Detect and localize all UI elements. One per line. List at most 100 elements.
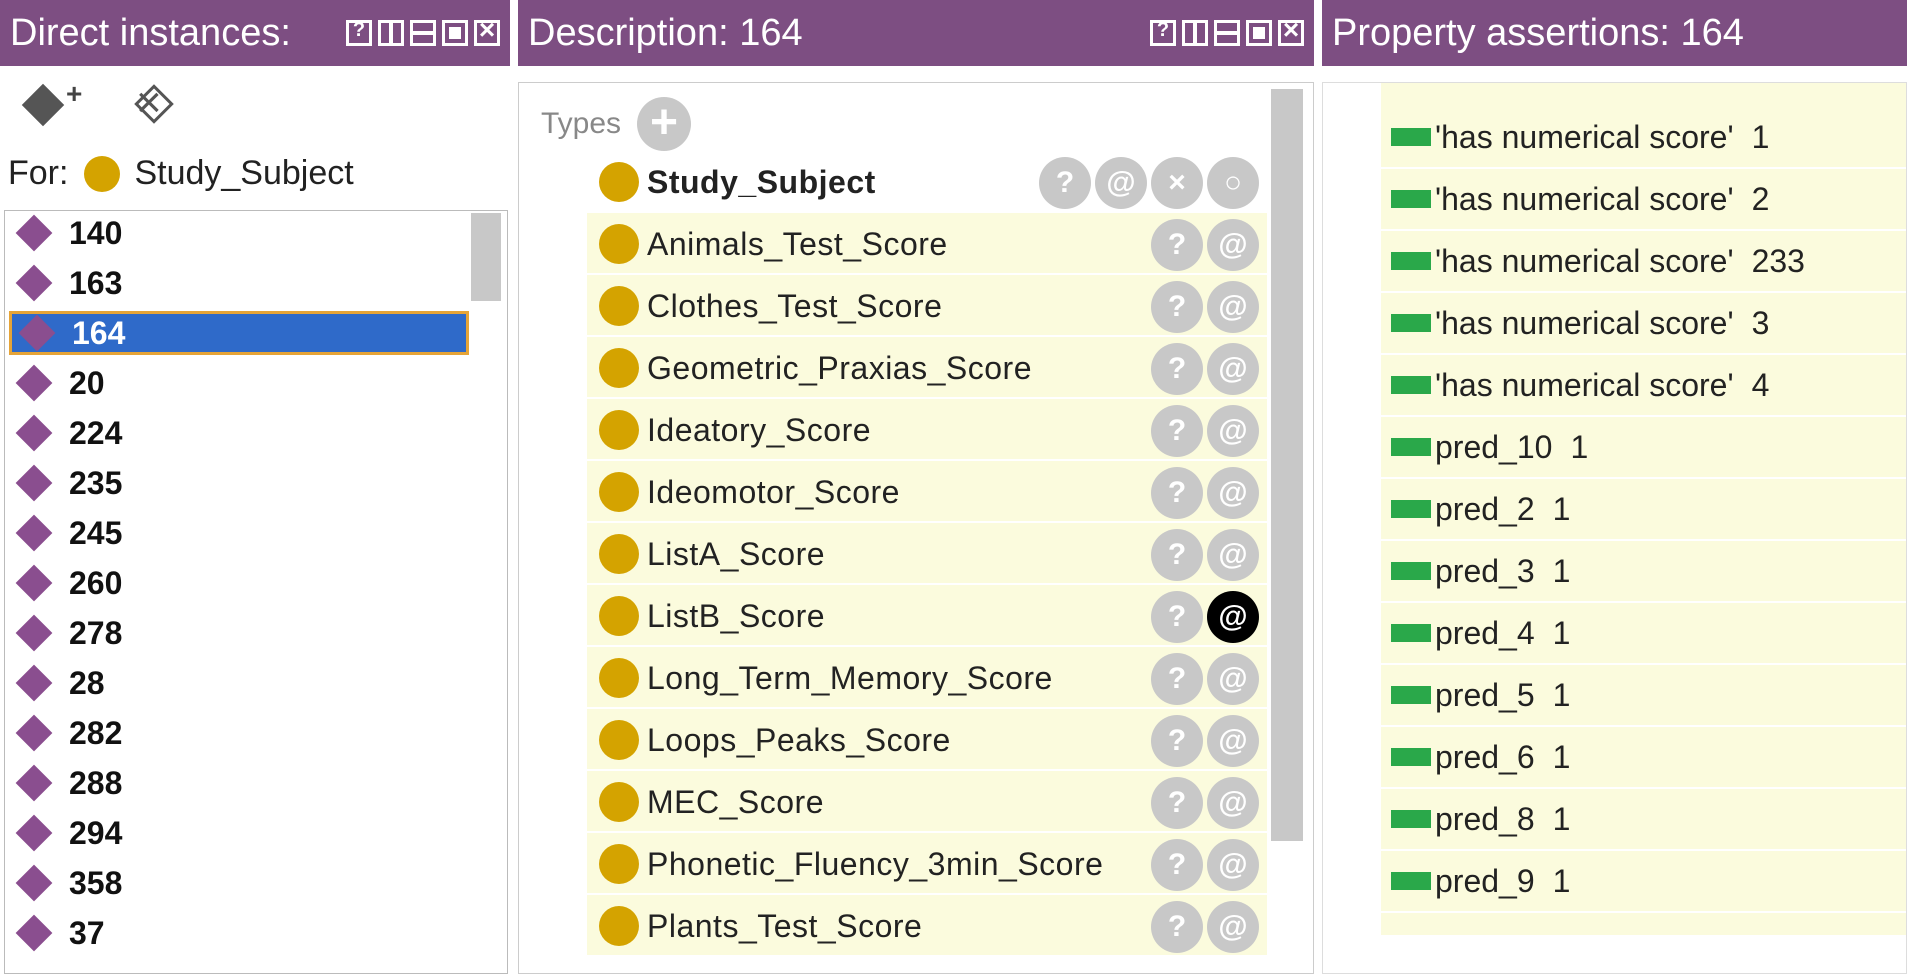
assertion-row[interactable]: pred_2 1 [1381, 479, 1906, 541]
list-item[interactable]: 278 [9, 611, 469, 655]
close-icon[interactable] [474, 14, 500, 46]
list-item[interactable]: 163 [9, 261, 469, 305]
row-actions: ? @ [1151, 467, 1259, 519]
list-item[interactable]: 224 [9, 411, 469, 455]
type-row[interactable]: Ideomotor_Score? @ [587, 461, 1267, 523]
assertion-row[interactable]: 'has numerical score' 3 [1381, 293, 1906, 355]
explain-button[interactable]: ? [1151, 467, 1203, 519]
annotate-button[interactable]: @ [1207, 715, 1259, 767]
explain-button[interactable]: ? [1151, 901, 1203, 953]
list-item[interactable]: 28 [9, 661, 469, 705]
explain-button[interactable]: ? [1151, 839, 1203, 891]
type-row[interactable]: Animals_Test_Score? @ [587, 213, 1267, 275]
list-item[interactable]: 260 [9, 561, 469, 605]
individual-label: 224 [69, 414, 123, 451]
list-item-selected[interactable]: 164 [9, 311, 469, 355]
assertion-row[interactable]: pred_6 1 [1381, 727, 1906, 789]
type-row[interactable]: Phonetic_Fluency_3min_Score? @ [587, 833, 1267, 895]
explain-button[interactable]: ? [1151, 281, 1203, 333]
maximize-icon[interactable] [442, 20, 468, 46]
type-row[interactable]: Ideatory_Score? @ [587, 399, 1267, 461]
delete-button[interactable]: × [1151, 157, 1203, 209]
scrollbar-thumb[interactable] [471, 213, 501, 301]
property-name: 'has numerical score' [1435, 180, 1734, 217]
type-row[interactable]: ListB_Score? @ [587, 585, 1267, 647]
assertion-row[interactable]: 'has numerical score' 2 [1381, 169, 1906, 231]
maximize-icon[interactable] [1246, 20, 1272, 46]
individual-icon [15, 214, 53, 252]
annotate-button[interactable]: @ [1207, 405, 1259, 457]
annotate-button[interactable]: @ [1207, 219, 1259, 271]
explain-button[interactable]: ? [1151, 777, 1203, 829]
assertion-row[interactable]: pred_8 1 [1381, 789, 1906, 851]
type-row[interactable]: Geometric_Praxias_Score? @ [587, 337, 1267, 399]
annotate-button[interactable]: @ [1207, 529, 1259, 581]
list-item[interactable]: 245 [9, 511, 469, 555]
data-property-icon [1391, 128, 1431, 146]
annotate-button[interactable]: @ [1207, 281, 1259, 333]
annotate-button[interactable]: @ [1095, 157, 1147, 209]
type-row[interactable]: ListA_Score? @ [587, 523, 1267, 585]
list-item[interactable]: 37 [9, 911, 469, 955]
edit-button[interactable]: ○ [1207, 157, 1259, 209]
type-row[interactable]: Long_Term_Memory_Score? @ [587, 647, 1267, 709]
list-item[interactable]: 20 [9, 361, 469, 405]
assertion-row[interactable]: pred_9 1 [1381, 851, 1906, 913]
explain-button[interactable]: ? [1151, 219, 1203, 271]
class-icon [599, 224, 639, 264]
individual-label: 245 [69, 514, 123, 551]
split-horizontal-icon[interactable] [410, 20, 436, 46]
explain-button[interactable]: ? [1039, 157, 1091, 209]
delete-individual-button[interactable]: × [128, 78, 198, 138]
list-item[interactable]: 294 [9, 811, 469, 855]
annotate-button-active[interactable]: @ [1207, 591, 1259, 643]
list-item[interactable]: 282 [9, 711, 469, 755]
annotate-button[interactable]: @ [1207, 777, 1259, 829]
help-icon[interactable] [346, 19, 372, 46]
type-row[interactable]: Plants_Test_Score? @ [587, 895, 1267, 957]
instances-list[interactable]: 140 163 164 20 224 235 245 260 278 28 28… [4, 210, 508, 974]
row-actions: ? @ [1151, 653, 1259, 705]
direct-instances-titlebar: Direct instances: [0, 0, 510, 66]
add-type-button[interactable]: + [637, 97, 692, 151]
explain-button[interactable]: ? [1151, 405, 1203, 457]
property-value: 1 [1552, 490, 1571, 527]
assertion-row[interactable]: pred_5 1 [1381, 665, 1906, 727]
type-row[interactable]: MEC_Score? @ [587, 771, 1267, 833]
explain-button[interactable]: ? [1151, 653, 1203, 705]
assertion-row[interactable]: pred_4 1 [1381, 603, 1906, 665]
assertion-row[interactable]: pred_10 1 [1381, 417, 1906, 479]
list-item[interactable]: 358 [9, 861, 469, 905]
property-name: 'has numerical score' [1435, 304, 1734, 341]
assertion-row[interactable]: 'has numerical score' 1 [1381, 107, 1906, 169]
annotate-button[interactable]: @ [1207, 901, 1259, 953]
annotate-button[interactable]: @ [1207, 343, 1259, 395]
explain-button[interactable]: ? [1151, 591, 1203, 643]
annotate-button[interactable]: @ [1207, 839, 1259, 891]
type-row[interactable]: Study_Subject ? @ × ○ [587, 151, 1267, 213]
type-row[interactable]: Loops_Peaks_Score? @ [587, 709, 1267, 771]
close-icon[interactable] [1278, 14, 1304, 46]
list-item[interactable]: 288 [9, 761, 469, 805]
annotate-button[interactable]: @ [1207, 653, 1259, 705]
type-row[interactable]: Clothes_Test_Score? @ [587, 275, 1267, 337]
split-vertical-icon[interactable] [1182, 20, 1208, 46]
assertion-row[interactable]: 'has numerical score' 233 [1381, 231, 1906, 293]
scrollbar-thumb[interactable] [1271, 89, 1303, 841]
list-item[interactable]: 235 [9, 461, 469, 505]
explain-button[interactable]: ? [1151, 343, 1203, 395]
help-icon[interactable] [1150, 19, 1176, 46]
assertion-row[interactable]: pred_3 1 [1381, 541, 1906, 603]
assertion-row[interactable]: 'has numerical score' 4 [1381, 355, 1906, 417]
list-item[interactable]: 140 [9, 211, 469, 255]
instances-toolbar: + × [18, 78, 198, 138]
split-vertical-icon[interactable] [378, 20, 404, 46]
types-section-header: Types + [541, 97, 692, 151]
add-individual-button[interactable]: + [18, 78, 88, 138]
explain-button[interactable]: ? [1151, 529, 1203, 581]
property-value: 1 [1552, 800, 1571, 837]
explain-button[interactable]: ? [1151, 715, 1203, 767]
data-property-icon [1391, 500, 1431, 518]
split-horizontal-icon[interactable] [1214, 20, 1240, 46]
annotate-button[interactable]: @ [1207, 467, 1259, 519]
